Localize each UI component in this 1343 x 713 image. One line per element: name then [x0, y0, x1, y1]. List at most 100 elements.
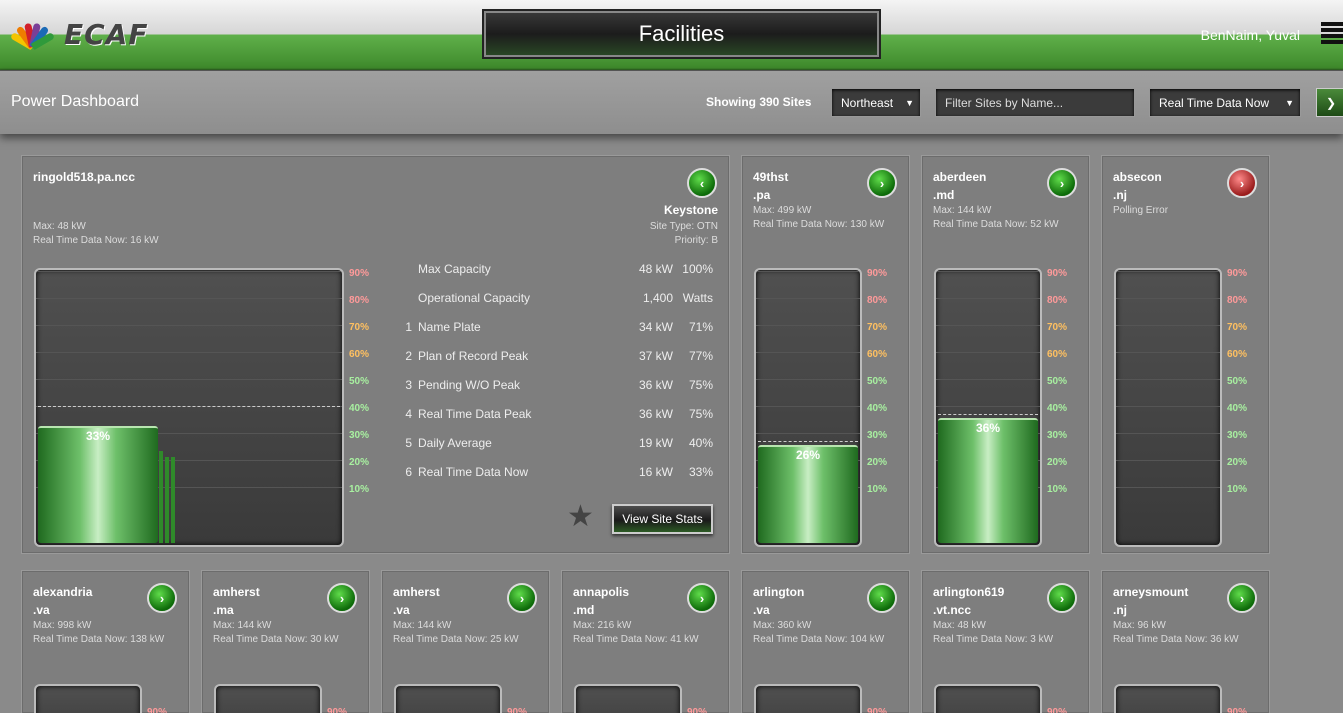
gauge-scale-label: 20% — [867, 457, 888, 468]
gauge-gridline — [936, 379, 1040, 380]
site-card: arlington619 .vt.ncc Max: 48 kW Real Time … — [921, 570, 1090, 713]
gauge-gridline — [756, 379, 860, 380]
gauge-scale-label: 80% — [867, 295, 888, 306]
gauge-gridline — [36, 325, 342, 326]
gauge-scale-label: 90% — [147, 707, 168, 713]
data-mode-select[interactable]: Real Time Data Now ▼ — [1149, 88, 1301, 117]
gauge-scale-label: 80% — [1227, 295, 1248, 306]
gauge-scale-label: 10% — [349, 484, 370, 495]
gauge-gridline — [936, 325, 1040, 326]
gauge-average-marker — [758, 441, 858, 443]
collapse-site-button[interactable]: ‹ — [687, 168, 717, 198]
star-icon[interactable]: ★ — [567, 499, 594, 534]
capacity-gauge: 33% — [34, 268, 344, 547]
gauge-scale-label: 60% — [349, 349, 370, 360]
site-card: amherst .va Max: 144 kW Real Time Data Now… — [381, 570, 550, 713]
gauge-scale-label: 60% — [1047, 349, 1068, 360]
expand-site-button[interactable]: › — [1227, 583, 1257, 613]
capacity-gauge — [934, 684, 1042, 713]
site-name: absecon .nj — [1113, 170, 1162, 202]
chevron-right-icon: › — [1059, 590, 1065, 606]
expand-site-button[interactable]: › — [867, 583, 897, 613]
row-number: 2 — [405, 349, 412, 363]
site-rtd: Real Time Data Now: 36 kW — [1113, 634, 1239, 645]
gauge-average-marker — [38, 406, 340, 407]
gauge-scale-label: 10% — [867, 484, 888, 495]
row-label: Pending W/O Peak — [418, 378, 521, 392]
chevron-right-icon: › — [159, 590, 165, 606]
caret-down-icon: ▼ — [1285, 97, 1294, 108]
gauge-scale-label: 10% — [1047, 484, 1068, 495]
site-card: alexandria .va Max: 998 kW Real Time Data … — [21, 570, 190, 713]
expand-site-button[interactable]: › — [1047, 583, 1077, 613]
site-card: 49thst .pa Max: 499 kW Real Time Data Now:… — [741, 155, 910, 554]
row-percent: 40% — [688, 436, 713, 450]
row-label: Real Time Data Now — [418, 465, 529, 479]
site-rtd: Real Time Data Now: 52 kW — [933, 219, 1059, 230]
capacity-row: 4 Real Time Data Peak 36 kW 75% — [400, 407, 720, 425]
site-max: Max: 144 kW — [393, 620, 452, 631]
gauge-gridline — [756, 325, 860, 326]
row-number: 5 — [405, 436, 412, 450]
gauge-scale-label: 40% — [867, 403, 888, 414]
history-bar — [159, 451, 163, 543]
capacity-gauge — [574, 684, 682, 713]
row-value: 37 kW — [638, 349, 673, 363]
gauge-gridline — [36, 298, 342, 299]
gauge-gridline — [1116, 433, 1220, 434]
caret-down-icon: ▼ — [905, 97, 914, 108]
chevron-right-icon: › — [1059, 175, 1065, 191]
site-name: 49thst .pa — [753, 170, 789, 202]
gauge-scale-label: 80% — [1047, 295, 1068, 306]
site-rtd: Real Time Data Now: 138 kW — [33, 634, 165, 645]
row-percent: 33% — [688, 465, 713, 479]
expand-site-button[interactable]: › — [867, 168, 897, 198]
logo[interactable]: ECAF — [9, 18, 148, 51]
site-name: alexandria .va — [33, 585, 93, 617]
chevron-right-icon: › — [1239, 175, 1245, 191]
gauge-gridline — [1116, 325, 1220, 326]
row-percent: Watts — [682, 291, 713, 305]
site-region: Keystone — [663, 203, 718, 217]
gauge-gridline — [756, 271, 860, 272]
dashboard-title: Power Dashboard — [11, 93, 140, 110]
site-error-button[interactable]: › — [1227, 168, 1257, 198]
site-name: arlington .va — [753, 585, 805, 617]
gauge-gridline — [1116, 352, 1220, 353]
gauge-gridline — [1116, 271, 1220, 272]
gauge-scale-label: 40% — [1227, 403, 1248, 414]
expand-site-button[interactable]: › — [147, 583, 177, 613]
user-name[interactable]: BenNaim, Yuval — [1201, 27, 1300, 43]
site-name: arlington619 .vt.ncc — [933, 585, 1005, 617]
chevron-left-icon: ‹ — [699, 175, 705, 191]
gauge-scale-label: 90% — [867, 707, 888, 713]
site-rtd: Real Time Data Now: 41 kW — [573, 634, 699, 645]
gauge-average-marker — [938, 414, 1038, 416]
page-title-box: Facilities — [482, 9, 881, 59]
gauge-scale-label: 70% — [1047, 322, 1068, 333]
expand-site-button[interactable]: › — [327, 583, 357, 613]
expand-site-button[interactable]: › — [507, 583, 537, 613]
expand-site-button[interactable]: › — [1047, 168, 1077, 198]
view-site-stats-label: View Site Stats — [622, 512, 703, 526]
gauge-gridline — [36, 352, 342, 353]
site-name: arneysmount .nj — [1113, 585, 1189, 617]
gauge-fill-percent: 36% — [975, 420, 1001, 435]
chevron-right-icon: › — [339, 590, 345, 606]
view-site-stats-button[interactable]: View Site Stats — [612, 504, 713, 534]
expand-options-button[interactable]: ❯ — [1316, 88, 1343, 117]
expand-site-button[interactable]: › — [687, 583, 717, 613]
row-value: 48 kW — [638, 262, 673, 276]
toolbar: Power Dashboard Showing 390 Sites Northe… — [0, 70, 1343, 134]
row-percent: 71% — [688, 320, 713, 334]
site-rtd: Real Time Data Now: 25 kW — [393, 634, 519, 645]
filter-sites-placeholder: Filter Sites by Name... — [945, 95, 1064, 110]
gauge-scale-label: 70% — [349, 322, 370, 333]
filter-sites-input[interactable]: Filter Sites by Name... — [935, 88, 1135, 117]
chevron-right-icon: › — [879, 590, 885, 606]
site-rtd: Real Time Data Now: 16 kW — [33, 235, 159, 246]
gauge-scale-label: 80% — [349, 295, 370, 306]
region-select[interactable]: Northeast ▼ — [831, 88, 921, 117]
hamburger-menu-icon[interactable] — [1321, 20, 1343, 46]
gauge-scale-label: 90% — [349, 268, 370, 279]
